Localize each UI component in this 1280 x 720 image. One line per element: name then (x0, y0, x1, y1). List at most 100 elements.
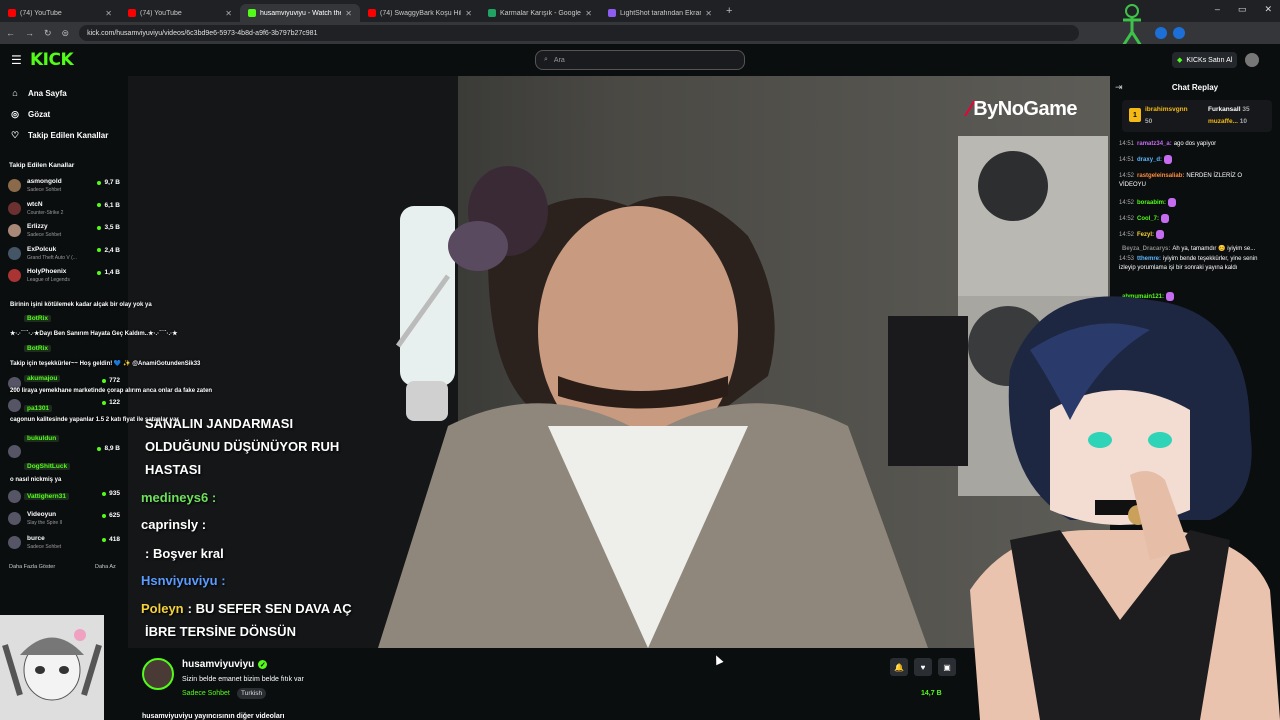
site-info-icon[interactable]: ⊜ (62, 28, 70, 39)
emote-icon (1161, 214, 1170, 223)
tab-title: LightShot tarafından Ekran Görü (620, 9, 701, 17)
live-dot-icon (97, 446, 102, 451)
new-tab-icon[interactable]: + (720, 5, 738, 17)
live-dot-icon (102, 491, 107, 496)
nav-item[interactable]: ⌂ Ana Sayfa (10, 86, 67, 100)
followed-channel[interactable]: HolyPhoenix League of Legends 1,4 B (8, 266, 122, 286)
nav-item[interactable]: ◎ Gözat (10, 107, 50, 121)
chat-timestamp: 14:52 (1119, 173, 1135, 179)
streamer-name-row[interactable]: husamviyuviyu ✓ (182, 659, 268, 670)
show-less-link[interactable]: Daha Az (95, 564, 116, 570)
forward-icon[interactable]: → (25, 28, 34, 38)
channel-name: Erlizzy (27, 223, 48, 230)
followed-channel[interactable]: Videoyun Slay the Spire II 625 (8, 509, 122, 529)
channel-avatar (8, 445, 21, 458)
viewer-count-label: 3,5 B (104, 224, 120, 231)
browser-tab[interactable]: (74) YouTube ✕ (120, 4, 240, 22)
channel-avatar (8, 224, 21, 237)
followed-channel[interactable]: burce Sadece Sohbet 418 (8, 533, 122, 553)
stream-tag[interactable]: Turkish (237, 688, 267, 699)
gifter-count: Furkansall 35 (1208, 106, 1250, 113)
close-tab-icon[interactable]: ✕ (225, 9, 232, 18)
overlay-chat-message: Birinin işini kötülemek kadar alçak bir … (10, 302, 152, 308)
live-dot-icon (102, 378, 107, 383)
video-chat-user: Hsnviyuviyu : (141, 573, 226, 588)
address-bar: ← → ↻ ⊜ kick.com/husamviyuviyu/videos/6c… (0, 22, 1280, 44)
top-gifters (1122, 100, 1272, 132)
channel-viewers: 3,5 B (97, 224, 120, 231)
channel-viewers: 1,4 B (97, 269, 120, 276)
close-tab-icon[interactable]: ✕ (345, 9, 352, 18)
followed-channel[interactable]: Erlizzy Sadece Sohbet 3,5 B (8, 221, 122, 241)
nav-label: Ana Sayfa (28, 88, 67, 98)
heart-icon[interactable]: ♥ (914, 658, 932, 676)
followed-channel[interactable]: ExPolcuk Grand Theft Auto V (... 2,4 B (8, 244, 122, 264)
channel-avatar (8, 201, 21, 215)
show-more-link[interactable]: Daha Fazla Göster (9, 564, 55, 570)
bell-icon[interactable]: 🔔 (890, 658, 908, 676)
channel-viewers: 935 (102, 490, 120, 497)
viewer-count-label: 2,4 B (104, 246, 120, 254)
menu-icon[interactable]: ☰ (11, 53, 22, 67)
chat-username[interactable]: boraabim: (1137, 200, 1166, 206)
reload-icon[interactable]: ↻ (44, 28, 52, 39)
channel-avatar (8, 269, 21, 282)
browser-tab[interactable]: (74) SwaggyBark Koşu Hikayesi ✕ (360, 4, 480, 22)
sponsor-icon: ⁄ (968, 96, 972, 121)
browser-tab[interactable]: LightShot tarafından Ekran Görü ✕ (600, 4, 720, 22)
chat-timestamp: 14:53 (1119, 256, 1135, 262)
kick-logo[interactable]: KICK (30, 50, 74, 70)
viewer-count-label: 122 (109, 399, 120, 406)
channel-category: Sadece Sohbet (27, 232, 62, 238)
chat-username[interactable]: tthemre: (1137, 256, 1161, 262)
back-icon[interactable]: ← (6, 28, 15, 38)
close-tab-icon[interactable]: ✕ (105, 9, 112, 18)
gifter-count-row: 50 (1145, 118, 1152, 125)
nav-item[interactable]: ♡ Takip Edilen Kanallar (10, 128, 108, 142)
chat-message: 14:52 Fezyl: (1119, 230, 1269, 240)
browser-tab[interactable]: (74) YouTube ✕ (0, 4, 120, 22)
streamer-avatar[interactable] (142, 658, 174, 690)
chat-username[interactable]: draxy_d: (1137, 157, 1162, 163)
tab-title: (74) SwaggyBark Koşu Hikayesi (380, 9, 461, 17)
followed-channel[interactable]: asmongold Sadece Sohbet 9,7 B (8, 176, 122, 196)
tab-favicon-icon (368, 9, 376, 17)
stream-overlay-logo (1121, 4, 1185, 47)
chat-username[interactable]: ramatz34_a: (1137, 141, 1172, 147)
chat-username[interactable]: Cool_7: (1137, 216, 1159, 222)
overlay-chat-username: akumajou (24, 375, 61, 382)
url-field[interactable]: kick.com/husamviyuviyu/videos/6c3bd9e6-5… (79, 25, 1080, 41)
search-input[interactable]: ⌕ Ara (535, 50, 745, 70)
chat-username[interactable]: Fezyl: (1137, 232, 1154, 238)
video-chat-line: Hsnviyuviyu : (141, 573, 230, 588)
stream-category[interactable]: Sadece Sohbet (182, 690, 230, 697)
sponsor-logo: ⁄ ByNoGame (968, 96, 1077, 122)
followed-channel[interactable]: 8,9 B (8, 442, 122, 462)
search-icon: ⌕ (544, 56, 548, 63)
chat-username[interactable]: Beyza_Dracarys: (1122, 246, 1170, 252)
close-tab-icon[interactable]: ✕ (585, 9, 592, 18)
emote-icon (1168, 198, 1177, 207)
channel-avatar (8, 490, 21, 503)
close-tab-icon[interactable]: ✕ (705, 9, 712, 18)
followed-channel[interactable]: wtcN Counter-Strike 2 6,1 B (8, 199, 122, 219)
browser-tab[interactable]: husamviyuviyu - Watch the ✕ (240, 4, 360, 22)
user-avatar[interactable] (1245, 53, 1259, 67)
gifter-name: ibrahimsvgnn (1145, 106, 1188, 113)
chat-username[interactable]: rastgeleinsaliab: (1137, 173, 1184, 179)
live-dot-icon (97, 248, 102, 252)
tab-title: Karmalar Karışık - Google Drive (500, 9, 581, 17)
video-chat-user: caprinsly : (141, 517, 207, 532)
overlay-chat-message: cagonun kalitesinde yapanlar 1.5 2 katı … (10, 417, 179, 423)
gifter-3-count: 10 (1239, 118, 1248, 125)
browser-tab[interactable]: Karmalar Karışık - Google Drive ✕ (480, 4, 600, 22)
overlay-chat-username: pa1301 (24, 405, 53, 412)
streamer-name: husamviyuviyu (182, 659, 255, 670)
chat-timestamp: 14:52 (1119, 200, 1135, 207)
channel-viewers: 8,9 B (97, 445, 120, 452)
close-tab-icon[interactable]: ✕ (465, 9, 472, 18)
buy-kicks-button[interactable]: ◆ KICKs Satın Al (1172, 52, 1238, 68)
channel-name: ExPolcuk (27, 245, 57, 253)
sponsor-text: ByNoGame (973, 97, 1077, 120)
heart-icon: ♡ (10, 129, 20, 140)
